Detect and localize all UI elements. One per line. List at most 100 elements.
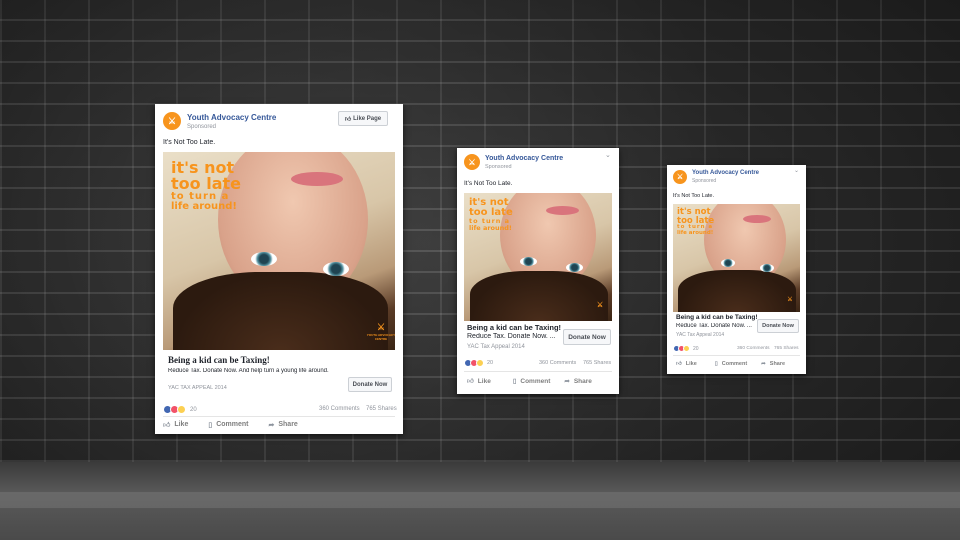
hair-shape bbox=[678, 270, 796, 312]
share-action[interactable]: ➦ Share bbox=[761, 361, 785, 367]
left-eye-shape bbox=[251, 252, 277, 266]
image-headline: it's not too late to turn a life around! bbox=[171, 160, 241, 212]
reactions-summary[interactable]: 20 bbox=[163, 405, 197, 414]
link-title[interactable]: Being a kid can be Taxing! bbox=[168, 355, 270, 365]
reactions-summary[interactable]: 20 bbox=[673, 345, 699, 352]
ad-image[interactable]: it's not too late to turn a life around!… bbox=[163, 152, 395, 350]
shares-count[interactable]: 765 Shares bbox=[366, 406, 397, 412]
thumbs-up-icon: 👍︎ bbox=[344, 116, 352, 123]
like-action[interactable]: 👍︎ Like bbox=[467, 377, 491, 386]
comment-action[interactable]: ▯ Comment bbox=[512, 377, 551, 386]
thumbs-up-icon: 👍︎ bbox=[676, 361, 682, 367]
share-action-label: Share bbox=[769, 361, 786, 367]
share-action[interactable]: ➦ Share bbox=[564, 377, 592, 386]
comment-action[interactable]: ▯ Comment bbox=[208, 420, 248, 429]
curb-strip bbox=[0, 492, 960, 508]
link-description: Reduce Tax. Donate Now. ... bbox=[467, 333, 556, 340]
thumbs-up-icon: 👍︎ bbox=[467, 378, 474, 385]
reactions-summary[interactable]: 20 bbox=[464, 359, 493, 367]
haha-reaction-icon bbox=[177, 405, 186, 414]
right-eye-shape bbox=[566, 263, 583, 272]
image-headline-line-4: life around! bbox=[469, 223, 512, 232]
actions-divider bbox=[464, 371, 612, 372]
right-eye-shape bbox=[323, 262, 349, 276]
left-eye-shape bbox=[721, 259, 735, 267]
page-logo[interactable]: ⚔ bbox=[163, 112, 181, 130]
link-description: Reduce Tax. Donate Now. And help turn a … bbox=[168, 368, 329, 374]
comment-icon: ▯ bbox=[512, 378, 517, 385]
page-name[interactable]: Youth Advocacy Centre bbox=[485, 155, 563, 162]
chevron-down-icon[interactable]: ⌄ bbox=[605, 151, 611, 159]
comment-action[interactable]: ▯ Comment bbox=[715, 361, 747, 367]
lips-shape bbox=[743, 215, 771, 223]
actions-divider bbox=[673, 355, 800, 356]
share-action-label: Share bbox=[278, 421, 298, 428]
link-title[interactable]: Being a kid can be Taxing! bbox=[676, 314, 758, 321]
post-text: It's Not Too Late. bbox=[464, 180, 513, 187]
donate-now-button[interactable]: Donate Now bbox=[348, 377, 392, 392]
action-bar: 👍︎ Like ▯ Comment ➦ Share bbox=[676, 361, 785, 367]
share-action-label: Share bbox=[573, 377, 592, 385]
donate-now-button[interactable]: Donate Now bbox=[563, 329, 611, 345]
link-description: Reduce Tax. Donate Now. ... bbox=[676, 323, 752, 329]
share-icon: ➦ bbox=[564, 378, 570, 385]
haha-reaction-icon bbox=[476, 359, 484, 367]
chevron-down-icon[interactable]: ⌄ bbox=[794, 167, 799, 174]
link-caption: YAC Tax Appeal 2014 bbox=[676, 332, 725, 338]
sponsored-label: Sponsored bbox=[485, 163, 512, 170]
shares-count[interactable]: 765 Shares bbox=[774, 346, 799, 351]
ad-card-large: ⚔ Youth Advocacy Centre Sponsored 👍︎ Lik… bbox=[155, 104, 403, 434]
hair-shape bbox=[173, 272, 388, 350]
like-action-label: Like bbox=[174, 421, 189, 428]
ad-card-small: ⚔ Youth Advocacy Centre Sponsored ⌄ It's… bbox=[667, 165, 806, 374]
post-text: It's Not Too Late. bbox=[163, 139, 216, 146]
left-eye-shape bbox=[520, 257, 537, 266]
link-caption: YAC TAX APPEAL 2014 bbox=[168, 385, 227, 391]
image-badge: ⚔ bbox=[590, 301, 610, 309]
share-action[interactable]: ➦ Share bbox=[268, 420, 297, 429]
sponsored-label: Sponsored bbox=[187, 123, 217, 130]
image-headline-line-4: life around! bbox=[677, 229, 714, 236]
image-headline-line-2: too late bbox=[171, 174, 241, 193]
link-title[interactable]: Being a kid can be Taxing! bbox=[467, 323, 561, 332]
page-logo[interactable]: ⚔ bbox=[464, 154, 480, 170]
comment-icon: ▯ bbox=[714, 361, 718, 367]
comment-action-label: Comment bbox=[721, 361, 748, 367]
image-headline: it's not too late to turn a life around! bbox=[677, 208, 714, 236]
donate-now-button[interactable]: Donate Now bbox=[757, 319, 799, 333]
like-page-button[interactable]: 👍︎ Like Page bbox=[338, 111, 388, 126]
badge-text: YOUTH ADVOCACY CENTRE bbox=[366, 333, 395, 341]
like-action-label: Like bbox=[685, 361, 697, 367]
comments-count[interactable]: 360 Comments bbox=[539, 360, 576, 366]
comment-icon: ▯ bbox=[208, 421, 213, 429]
post-text: It's Not Too Late. bbox=[673, 193, 715, 199]
like-action-label: Like bbox=[477, 377, 491, 385]
ad-image[interactable]: it's not too late to turn a life around!… bbox=[464, 193, 612, 321]
lips-shape bbox=[291, 172, 343, 186]
comments-count[interactable]: 360 Comments bbox=[737, 346, 770, 351]
like-action[interactable]: 👍︎ Like bbox=[163, 420, 188, 429]
ad-image[interactable]: it's not too late to turn a life around!… bbox=[673, 204, 800, 312]
share-icon: ➦ bbox=[761, 361, 766, 367]
page-logo[interactable]: ⚔ bbox=[673, 170, 687, 184]
like-action[interactable]: 👍︎ Like bbox=[676, 361, 697, 367]
comment-action-label: Comment bbox=[216, 421, 249, 428]
reaction-count: 20 bbox=[190, 406, 197, 413]
action-bar: 👍︎ Like ▯ Comment ➦ Share bbox=[467, 377, 592, 386]
actions-divider bbox=[163, 416, 395, 417]
page-name[interactable]: Youth Advocacy Centre bbox=[692, 170, 759, 176]
image-badge: ⚔ bbox=[781, 296, 799, 303]
thumbs-up-icon: 👍︎ bbox=[163, 422, 171, 429]
comments-count[interactable]: 360 Comments bbox=[319, 406, 360, 412]
right-eye-shape bbox=[760, 264, 774, 272]
haha-reaction-icon bbox=[683, 345, 690, 352]
lips-shape bbox=[546, 206, 579, 215]
action-bar: 👍︎ Like ▯ Comment ➦ Share bbox=[163, 420, 298, 429]
badge-logo-icon: ⚔ bbox=[787, 297, 793, 303]
comment-action-label: Comment bbox=[520, 377, 551, 385]
page-name[interactable]: Youth Advocacy Centre bbox=[187, 113, 276, 122]
hair-shape bbox=[470, 271, 608, 321]
badge-logo-icon: ⚔ bbox=[376, 322, 386, 332]
shares-count[interactable]: 765 Shares bbox=[583, 360, 611, 366]
image-badge: ⚔ YOUTH ADVOCACY CENTRE bbox=[361, 322, 395, 341]
